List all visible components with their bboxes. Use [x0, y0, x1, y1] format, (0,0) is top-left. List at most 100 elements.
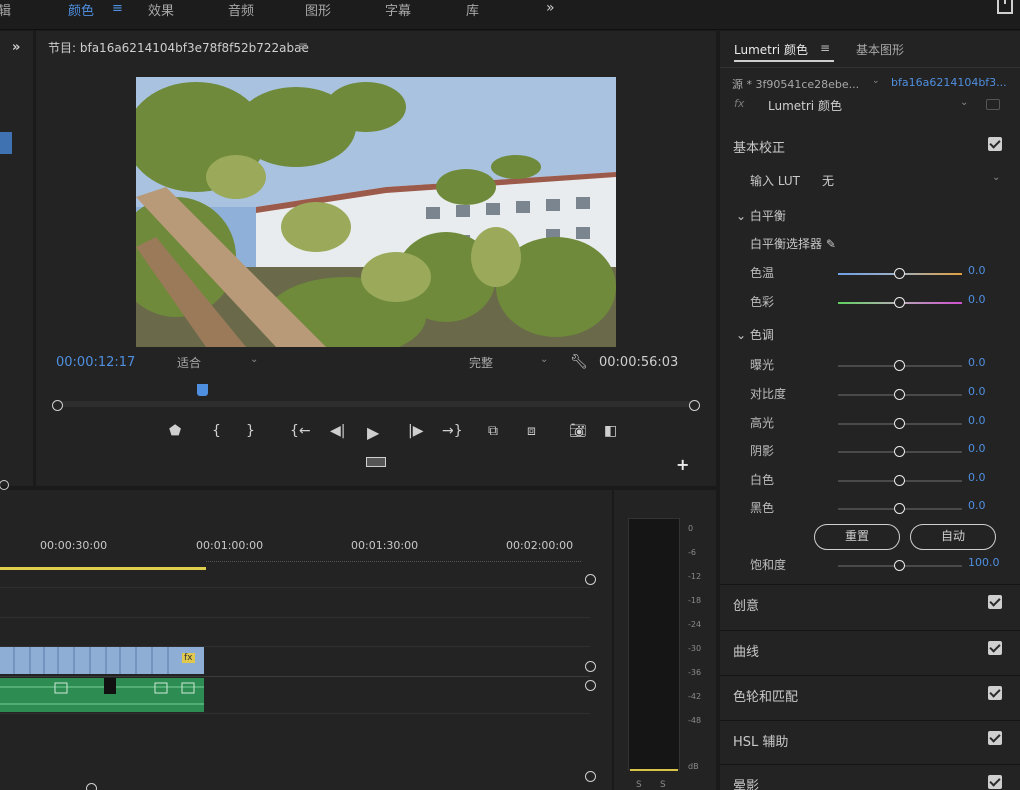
go-to-in-icon[interactable]: {← [290, 423, 311, 439]
scroll-handle[interactable] [585, 771, 596, 782]
tab-lumetri-color[interactable]: Lumetri 颜色 [734, 41, 834, 62]
slider-knob[interactable] [894, 360, 905, 371]
panel-scroll-handle[interactable] [0, 480, 9, 490]
ruler-track[interactable] [54, 401, 699, 407]
sequence-clip-selector[interactable]: bfa16a6214104bf3... [891, 76, 1007, 89]
workspace-tab-captions[interactable]: 字幕 [385, 0, 411, 19]
workspace-tab-libraries[interactable]: 库 [466, 0, 479, 19]
slider-knob[interactable] [894, 446, 905, 457]
fx-toggle-icon[interactable]: fx [734, 97, 744, 110]
extract-icon[interactable]: ⧈ [527, 423, 536, 439]
slider-value[interactable]: 0.0 [968, 414, 986, 427]
enable-checkbox[interactable] [988, 595, 1002, 609]
workspace-tab-effects[interactable]: 效果 [148, 0, 174, 19]
chevron-down-icon[interactable]: ⌄ [872, 76, 880, 86]
slider-value[interactable]: 0.0 [968, 264, 986, 277]
timeline-ruler[interactable] [206, 554, 581, 562]
slider-whites[interactable]: 白色 0.0 [720, 471, 1020, 489]
section-hsl-secondary[interactable]: HSL 辅助 [720, 720, 1020, 758]
input-lut-dropdown[interactable]: 无 [822, 172, 834, 189]
scroll-handle[interactable] [585, 680, 596, 691]
zoom-handle-right[interactable] [689, 400, 700, 411]
slider-exposure[interactable]: 曝光 0.0 [720, 356, 1020, 374]
go-to-out-icon[interactable]: →} [442, 423, 463, 439]
workspace-tab-graphics[interactable]: 图形 [305, 0, 331, 19]
section-basic-correction[interactable]: 基本校正 [720, 127, 1020, 165]
time-ruler[interactable] [54, 389, 699, 407]
enable-checkbox[interactable] [988, 641, 1002, 655]
mark-in-icon[interactable]: { [212, 423, 221, 439]
selected-item[interactable] [0, 132, 12, 154]
scroll-handle[interactable] [585, 574, 596, 585]
button-editor-icon[interactable]: + [676, 455, 689, 474]
enable-checkbox[interactable] [988, 137, 1002, 151]
slider-temperature[interactable]: 色温 0.0 [720, 264, 1020, 282]
workspace-tab-color[interactable]: 颜色 [68, 0, 94, 19]
section-creative[interactable]: 创意 [720, 584, 1020, 622]
program-monitor-title[interactable]: 节目: bfa16a6214104bf3e78f8f52b722abae [48, 39, 309, 56]
scroll-handle[interactable] [585, 661, 596, 672]
play-icon[interactable]: ▶ [367, 423, 379, 442]
workspace-menu-icon[interactable]: ≡ [112, 1, 123, 16]
slider-knob[interactable] [894, 560, 905, 571]
slider-value[interactable]: 0.0 [968, 356, 986, 369]
chevron-down-icon[interactable]: ⌄ [992, 172, 1000, 183]
playback-quality-dropdown[interactable]: 完整 [469, 354, 493, 371]
current-timecode[interactable]: 00:00:12:17 [56, 355, 135, 370]
slider-shadows[interactable]: 阴影 0.0 [720, 442, 1020, 460]
slider-value[interactable]: 0.0 [968, 293, 986, 306]
zoom-handle-left[interactable] [52, 400, 63, 411]
section-vignette[interactable]: 晕影 [720, 764, 1020, 790]
slider-highlights[interactable]: 高光 0.0 [720, 414, 1020, 432]
enable-checkbox[interactable] [988, 775, 1002, 789]
slider-knob[interactable] [894, 268, 905, 279]
solo-button[interactable]: S [660, 780, 666, 790]
reset-effect-icon[interactable] [986, 99, 1000, 110]
export-frame-icon[interactable]: 📷︎ [569, 423, 587, 439]
share-icon[interactable] [997, 0, 1013, 14]
chevron-down-icon[interactable]: ⌄ [960, 97, 968, 108]
slider-value[interactable]: 100.0 [968, 556, 1000, 569]
wrench-icon[interactable]: 🔧︎ [570, 354, 588, 370]
marker-icon[interactable]: ⬟ [169, 423, 181, 439]
mark-out-icon[interactable]: } [246, 423, 255, 439]
slider-value[interactable]: 0.0 [968, 499, 986, 512]
tone-header[interactable]: ⌄ 色调 [736, 326, 774, 343]
enable-checkbox[interactable] [988, 731, 1002, 745]
zoom-handle[interactable] [86, 783, 97, 790]
white-balance-header[interactable]: ⌄ 白平衡 [736, 207, 786, 224]
reset-button[interactable]: 重置 [814, 524, 900, 550]
program-menu-icon[interactable]: ≡ [298, 39, 308, 53]
slider-knob[interactable] [894, 297, 905, 308]
chevron-down-icon[interactable]: ⌄ [250, 354, 258, 365]
eyedropper-icon[interactable]: ✎ [826, 237, 836, 251]
slider-contrast[interactable]: 对比度 0.0 [720, 385, 1020, 403]
playhead[interactable] [197, 384, 209, 396]
step-back-icon[interactable]: ◀| [330, 423, 345, 439]
compare-view-icon[interactable]: ◧ [604, 423, 617, 439]
section-curves[interactable]: 曲线 [720, 630, 1020, 668]
section-color-wheels[interactable]: 色轮和匹配 [720, 675, 1020, 713]
slider-knob[interactable] [894, 503, 905, 514]
slider-value[interactable]: 0.0 [968, 471, 986, 484]
auto-button[interactable]: 自动 [910, 524, 996, 550]
work-area-bar[interactable] [0, 567, 206, 570]
slider-value[interactable]: 0.0 [968, 385, 986, 398]
video-clip[interactable] [0, 647, 204, 674]
wb-selector[interactable]: 白平衡选择器 ✎ [750, 235, 836, 252]
enable-checkbox[interactable] [988, 686, 1002, 700]
slider-blacks[interactable]: 黑色 0.0 [720, 499, 1020, 517]
source-clip-selector[interactable]: 源 * 3f90541ce28ebe... [732, 76, 859, 92]
toggle-proxy-icon[interactable] [366, 457, 386, 467]
audio-clip[interactable] [0, 678, 204, 712]
expand-panel-icon[interactable]: » [12, 40, 20, 55]
zoom-fit-dropdown[interactable]: 适合 [177, 354, 201, 371]
panel-menu-icon[interactable]: ≡ [820, 41, 830, 55]
slider-knob[interactable] [894, 475, 905, 486]
solo-button[interactable]: S [636, 780, 642, 790]
slider-value[interactable]: 0.0 [968, 442, 986, 455]
slider-tint[interactable]: 色彩 0.0 [720, 293, 1020, 311]
step-forward-icon[interactable]: |▶ [408, 423, 423, 439]
workspace-tab-edit[interactable]: 辑 [0, 0, 11, 19]
slider-knob[interactable] [894, 418, 905, 429]
